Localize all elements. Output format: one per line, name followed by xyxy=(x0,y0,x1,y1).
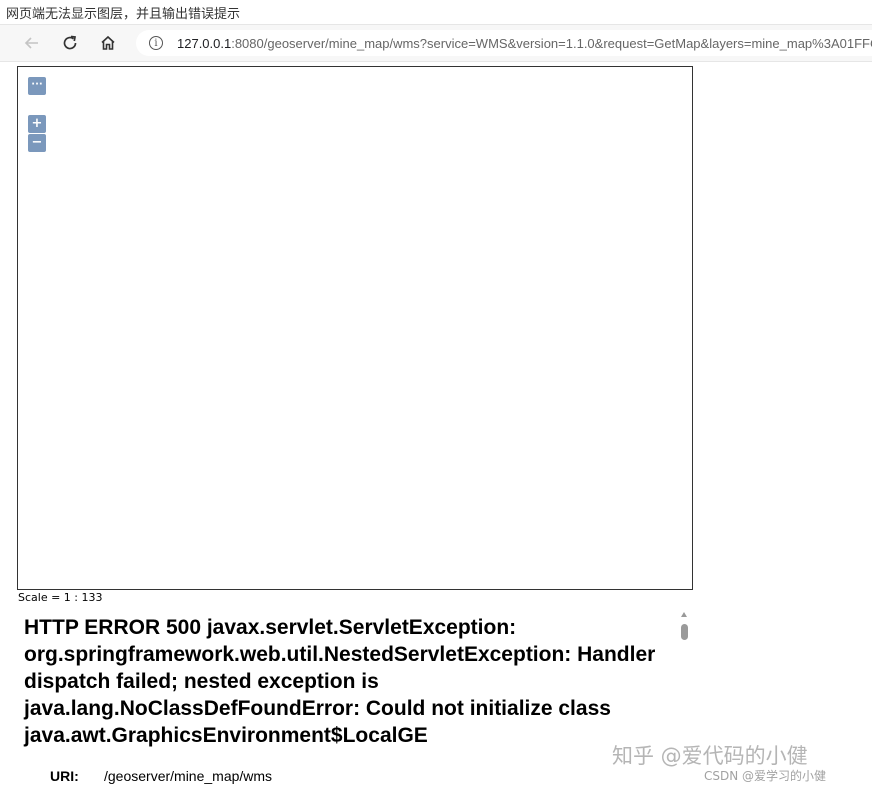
caption-text: 网页端无法显示图层，并且输出错误提示 xyxy=(6,7,241,22)
back-arrow-icon xyxy=(24,37,38,49)
uri-row: URI: /geoserver/mine_map/wms xyxy=(50,768,272,784)
reload-icon xyxy=(63,35,77,50)
home-icon xyxy=(101,35,115,50)
zoom-out-button[interactable]: − xyxy=(28,134,46,152)
home-button[interactable] xyxy=(96,31,120,55)
browser-toolbar: i 127.0.0.1:8080/geoserver/mine_map/wms?… xyxy=(0,24,872,62)
url-text: 127.0.0.1:8080/geoserver/mine_map/wms?se… xyxy=(177,36,872,51)
url-host: 127.0.0.1 xyxy=(177,35,232,51)
error-output-frame: HTTP ERROR 500 javax.servlet.ServletExce… xyxy=(10,606,690,790)
scroll-up-arrow-icon[interactable] xyxy=(681,612,687,617)
reload-button[interactable] xyxy=(58,31,82,55)
scroll-thumb[interactable] xyxy=(681,624,688,640)
uri-value: /geoserver/mine_map/wms xyxy=(104,768,273,784)
zoom-in-button[interactable]: + xyxy=(28,115,46,133)
watermark-main: 知乎 @爱代码的小健 xyxy=(612,744,808,768)
info-icon[interactable]: i xyxy=(149,36,163,50)
error-title: HTTP ERROR 500 javax.servlet.ServletExce… xyxy=(24,616,656,747)
scale-label: Scale = 1 : 133 xyxy=(18,591,103,604)
watermark-sub: CSDN @爱学习的小健 xyxy=(704,769,827,783)
back-button[interactable] xyxy=(20,31,44,55)
address-bar[interactable]: i 127.0.0.1:8080/geoserver/mine_map/wms?… xyxy=(136,30,872,56)
uri-label: URI: xyxy=(50,768,79,784)
more-options-button[interactable]: ··· xyxy=(28,77,46,95)
url-path: :8080/geoserver/mine_map/wms?service=WMS… xyxy=(231,35,872,51)
map-viewport[interactable]: ··· + − xyxy=(17,66,693,590)
